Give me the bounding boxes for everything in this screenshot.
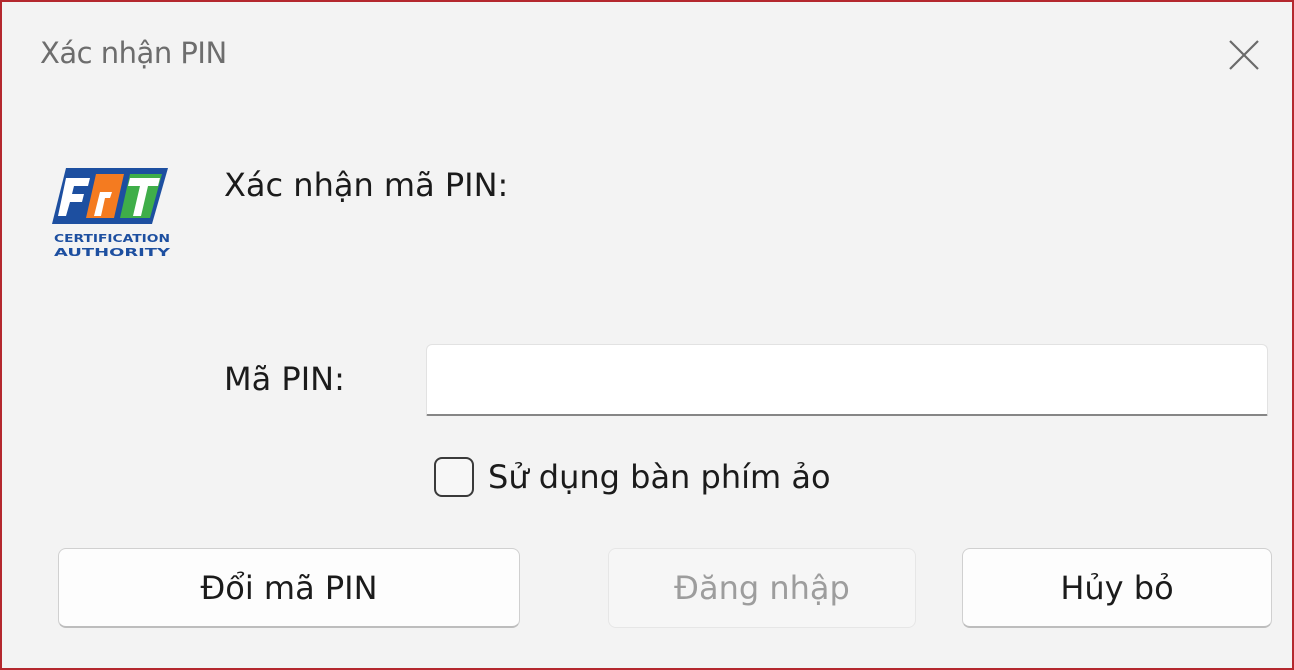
pin-prompt-label: Xác nhận mã PIN: [224,166,509,204]
pin-confirm-dialog: Xác nhận PIN CERTIFICATION AUTHORITY Xác… [0,0,1294,670]
pin-input[interactable] [426,344,1268,416]
close-button[interactable] [1196,2,1292,108]
login-button[interactable]: Đăng nhập [608,548,916,628]
virtual-keyboard-label: Sử dụng bàn phím ảo [488,458,831,496]
logo-line-1: CERTIFICATION [54,233,170,245]
window-title: Xác nhận PIN [40,36,227,70]
pin-field-label: Mã PIN: [224,360,345,398]
logo-line-2: AUTHORITY [54,247,171,259]
fpt-logo-icon: CERTIFICATION AUTHORITY [52,168,171,259]
close-icon [1229,40,1259,70]
cancel-button[interactable]: Hủy bỏ [962,548,1272,628]
change-pin-button[interactable]: Đổi mã PIN [58,548,520,628]
fpt-ca-logo: CERTIFICATION AUTHORITY [50,164,174,264]
virtual-keyboard-checkbox[interactable] [434,457,474,497]
title-bar: Xác nhận PIN [2,2,1292,120]
virtual-keyboard-toggle[interactable]: Sử dụng bàn phím ảo [434,454,831,500]
